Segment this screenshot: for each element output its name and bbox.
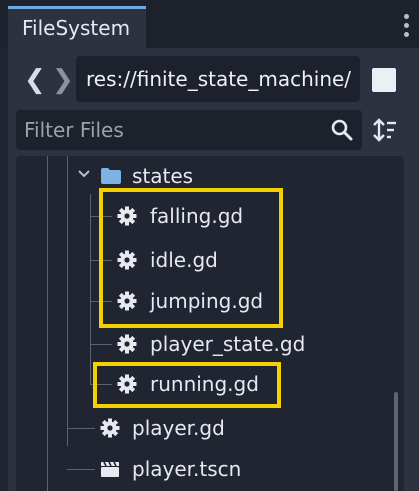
toggle-split-mode-button[interactable] [372, 68, 396, 92]
tab-filesystem[interactable]: FileSystem [8, 6, 146, 48]
search-icon[interactable] [330, 118, 354, 142]
tree-guide-line [90, 194, 91, 384]
tree-file-player-state[interactable]: player_state.gd [112, 326, 342, 362]
tree-guide-line [67, 428, 95, 429]
tree-file-player-tscn[interactable]: player.tscn [96, 451, 296, 487]
dock-menu-icon[interactable] [404, 14, 410, 41]
forward-arrow-icon[interactable]: ❯ [52, 66, 74, 94]
dock-tab-bar: FileSystem [0, 0, 419, 48]
gear-icon [117, 334, 137, 354]
file-label: player.tscn [132, 457, 242, 481]
sort-icon[interactable] [372, 117, 398, 143]
tree-scrollbar[interactable] [394, 392, 398, 491]
tree-guide-line [47, 156, 48, 491]
folder-icon [101, 168, 121, 184]
tree-guide-line [67, 469, 95, 470]
highlight-box [99, 188, 283, 328]
file-label: player_state.gd [150, 332, 306, 356]
path-field[interactable]: res://finite_state_machine/ [76, 56, 360, 102]
gear-icon [100, 418, 120, 438]
highlight-box [93, 362, 281, 408]
tree-guide-line [90, 344, 112, 345]
scene-icon [101, 461, 119, 477]
tree-file-player-gd[interactable]: player.gd [96, 410, 296, 446]
filter-files-input[interactable]: Filter Files [16, 110, 362, 150]
chevron-down-icon[interactable] [76, 166, 92, 182]
file-label: player.gd [132, 416, 225, 440]
back-arrow-icon[interactable]: ❮ [24, 66, 46, 94]
tree-guide-line [67, 156, 68, 446]
